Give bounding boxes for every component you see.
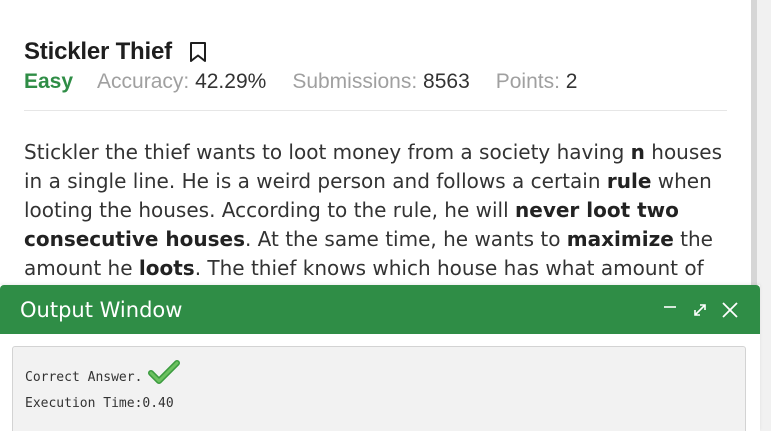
- submissions-label: Submissions:: [292, 70, 424, 93]
- accuracy-value: 42.29%: [195, 70, 267, 93]
- problem-description: Stickler the thief wants to loot money f…: [24, 138, 734, 283]
- desc-text-6: . The thief knows which house has what a…: [194, 256, 704, 280]
- header-divider: [24, 110, 727, 111]
- close-icon[interactable]: [720, 300, 740, 320]
- output-console: Correct Answer. Execution Time:0.40: [12, 346, 746, 431]
- problem-meta: Easy Accuracy: 42.29% Submissions: 8563 …: [24, 70, 729, 102]
- desc-bold-maximize: maximize: [566, 227, 674, 251]
- problem-header: Stickler Thief Easy Accuracy: 42.29% Sub…: [24, 36, 729, 102]
- window-controls: [660, 300, 740, 320]
- points-stat: Points: 2: [496, 70, 578, 94]
- points-value: 2: [565, 70, 578, 93]
- submissions-value: 8563: [423, 70, 470, 93]
- submissions-stat: Submissions: 8563: [292, 70, 469, 94]
- result-line: Correct Answer.: [25, 360, 181, 387]
- output-window-header: Output Window: [0, 285, 760, 334]
- execution-time: Execution Time:0.40: [25, 396, 174, 411]
- desc-bold-loots: loots: [138, 256, 195, 280]
- desc-text-4: . At the same time, he wants to: [244, 227, 567, 251]
- checkmark-icon: [148, 359, 181, 389]
- title-row: Stickler Thief: [24, 36, 729, 68]
- desc-bold-n: n: [630, 140, 645, 164]
- accuracy-label: Accuracy:: [97, 70, 196, 93]
- output-window-title: Output Window: [20, 297, 183, 322]
- accuracy-stat: Accuracy: 42.29%: [97, 70, 266, 94]
- points-label: Points:: [495, 70, 566, 93]
- output-window: Output Window Correct Answer. Execution …: [0, 285, 760, 431]
- expand-icon[interactable]: [690, 300, 710, 320]
- result-text: Correct Answer.: [25, 369, 143, 385]
- desc-bold-rule: rule: [606, 169, 652, 193]
- page: Stickler Thief Easy Accuracy: 42.29% Sub…: [0, 0, 771, 431]
- bookmark-icon[interactable]: [188, 40, 208, 64]
- difficulty-badge: Easy: [24, 70, 74, 93]
- desc-text-1: Stickler the thief wants to loot money f…: [24, 140, 631, 164]
- minimize-icon[interactable]: [660, 300, 680, 320]
- problem-title: Stickler Thief: [24, 38, 172, 65]
